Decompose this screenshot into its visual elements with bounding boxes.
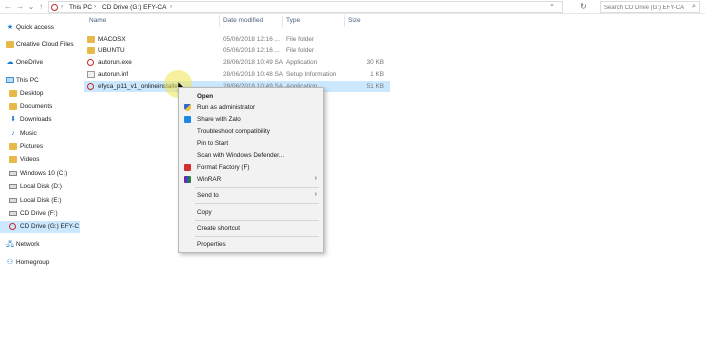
settings-file-icon: [87, 71, 95, 78]
menu-item-run-as-admin[interactable]: Run as administrator: [179, 102, 323, 113]
breadcrumb-this-pc[interactable]: This PC: [69, 4, 92, 11]
nav-item-windows-c[interactable]: Windows 10 (C:): [0, 168, 80, 180]
winrar-icon: [184, 176, 191, 183]
cd-icon: [9, 223, 16, 230]
folder-icon: [9, 103, 17, 110]
breadcrumb-cd-drive[interactable]: CD Drive (G:) EFY-CA: [102, 4, 166, 11]
application-icon: [87, 59, 94, 66]
nav-item-local-disk-e[interactable]: Local Disk (E:): [0, 195, 80, 207]
homegroup-icon: ⚇: [6, 259, 14, 266]
address-toolbar: ← → ⌄ ↑ › This PC › CD Drive (G:) EFY-CA…: [0, 0, 705, 14]
nav-item-downloads[interactable]: ⬇ Downloads: [0, 114, 80, 126]
menu-separator: [195, 220, 319, 221]
download-icon: ⬇: [10, 116, 16, 123]
context-menu: Open Run as administrator Share with Zal…: [178, 87, 324, 253]
navigation-pane: ★ Quick access Creative Cloud Files ☁ On…: [0, 14, 80, 338]
nav-item-homegroup[interactable]: ⚇ Homegroup: [0, 257, 80, 269]
nav-item-videos[interactable]: Videos: [0, 154, 80, 166]
network-icon: 🖧: [6, 241, 14, 248]
menu-item-copy[interactable]: Copy: [179, 207, 323, 218]
address-dropdown-icon[interactable]: ⌄: [549, 0, 555, 8]
column-divider[interactable]: [344, 15, 345, 27]
folder-icon: [87, 47, 95, 54]
cloud-icon: ☁: [6, 59, 14, 66]
folder-icon: [9, 156, 17, 163]
drive-icon: [9, 184, 17, 189]
drive-icon: [9, 171, 17, 176]
nav-item-cd-drive-g[interactable]: CD Drive (G:) EFY-C: [0, 221, 80, 233]
menu-separator: [195, 236, 319, 237]
nav-item-onedrive[interactable]: ☁ OneDrive: [0, 57, 80, 69]
menu-item-create-shortcut[interactable]: Create shortcut: [179, 223, 323, 234]
folder-icon: [9, 143, 17, 150]
up-arrow-icon[interactable]: ↑: [36, 2, 46, 12]
file-row-ubuntu[interactable]: UBUNTU 05/06/2018 12:16 ... File folder: [84, 45, 390, 56]
menu-item-open[interactable]: Open: [179, 91, 323, 102]
column-header-size[interactable]: Size: [348, 17, 361, 24]
column-divider[interactable]: [219, 15, 220, 27]
nav-item-quick-access[interactable]: ★ Quick access: [0, 22, 80, 34]
folder-icon: [9, 90, 17, 97]
back-arrow-icon[interactable]: ←: [3, 2, 13, 12]
column-header-date[interactable]: Date modified: [223, 17, 263, 24]
file-row-autorun-exe[interactable]: autorun.exe 28/06/2018 10:49 SA Applicat…: [84, 57, 390, 68]
nav-item-creative-cloud-files[interactable]: Creative Cloud Files: [0, 39, 80, 51]
nav-item-music[interactable]: ♪ Music: [0, 128, 80, 140]
menu-item-format-factory[interactable]: Format Factory (F): [179, 162, 323, 173]
folder-icon: [87, 36, 95, 43]
search-icon[interactable]: ⌕: [692, 3, 696, 11]
format-factory-icon: [184, 164, 191, 171]
file-row-macosx[interactable]: MACOSX 05/06/2018 12:16 ... File folder: [84, 34, 390, 45]
menu-item-troubleshoot[interactable]: Troubleshoot compatibility: [179, 126, 323, 137]
nav-item-pictures[interactable]: Pictures: [0, 141, 80, 153]
menu-item-winrar[interactable]: WinRAR ›: [179, 174, 323, 185]
nav-item-documents[interactable]: Documents: [0, 101, 80, 113]
star-icon: ★: [6, 24, 14, 31]
nav-item-network[interactable]: 🖧 Network: [0, 239, 80, 251]
menu-item-properties[interactable]: Properties: [179, 239, 323, 250]
cd-drive-icon: [51, 4, 58, 11]
nav-item-cd-drive-f[interactable]: CD Drive (F:): [0, 208, 80, 220]
shield-icon: [184, 104, 191, 111]
search-box[interactable]: ⌕: [600, 1, 700, 13]
column-header-type[interactable]: Type: [286, 17, 300, 24]
breadcrumb-separator-icon[interactable]: ›: [61, 3, 63, 10]
menu-item-send-to[interactable]: Send to ›: [179, 190, 323, 201]
submenu-arrow-icon: ›: [314, 191, 317, 198]
search-input[interactable]: [604, 3, 684, 12]
nav-item-local-disk-d[interactable]: Local Disk (D:): [0, 181, 80, 193]
menu-item-share-zalo[interactable]: Share with Zalo: [179, 114, 323, 125]
nav-item-desktop[interactable]: Desktop: [0, 88, 80, 100]
refresh-icon[interactable]: ↻: [580, 2, 587, 12]
submenu-arrow-icon: ›: [314, 175, 317, 182]
application-icon: [87, 83, 94, 90]
recent-locations-chevron-icon[interactable]: ⌄: [26, 2, 36, 12]
column-divider[interactable]: [282, 15, 283, 27]
breadcrumb-separator-icon[interactable]: ›: [170, 3, 172, 10]
file-row-autorun-inf[interactable]: autorun.inf 28/06/2018 10:48 SA Setup In…: [84, 69, 390, 80]
menu-item-pin-to-start[interactable]: Pin to Start: [179, 138, 323, 149]
zalo-icon: [184, 116, 191, 123]
nav-item-this-pc[interactable]: This PC: [0, 75, 80, 87]
folder-icon: [6, 41, 14, 48]
drive-icon: [9, 198, 17, 203]
drive-icon: [9, 211, 17, 216]
menu-item-scan-defender[interactable]: Scan with Windows Defender...: [179, 150, 323, 161]
breadcrumb-separator-icon[interactable]: ›: [94, 3, 96, 10]
menu-separator: [195, 187, 319, 188]
address-bar[interactable]: › This PC › CD Drive (G:) EFY-CA ›: [48, 1, 563, 13]
menu-separator: [195, 203, 319, 204]
music-icon: ♪: [11, 130, 15, 137]
computer-icon: [6, 77, 14, 83]
column-header-name[interactable]: Name: [89, 17, 106, 24]
forward-arrow-icon[interactable]: →: [15, 2, 25, 12]
